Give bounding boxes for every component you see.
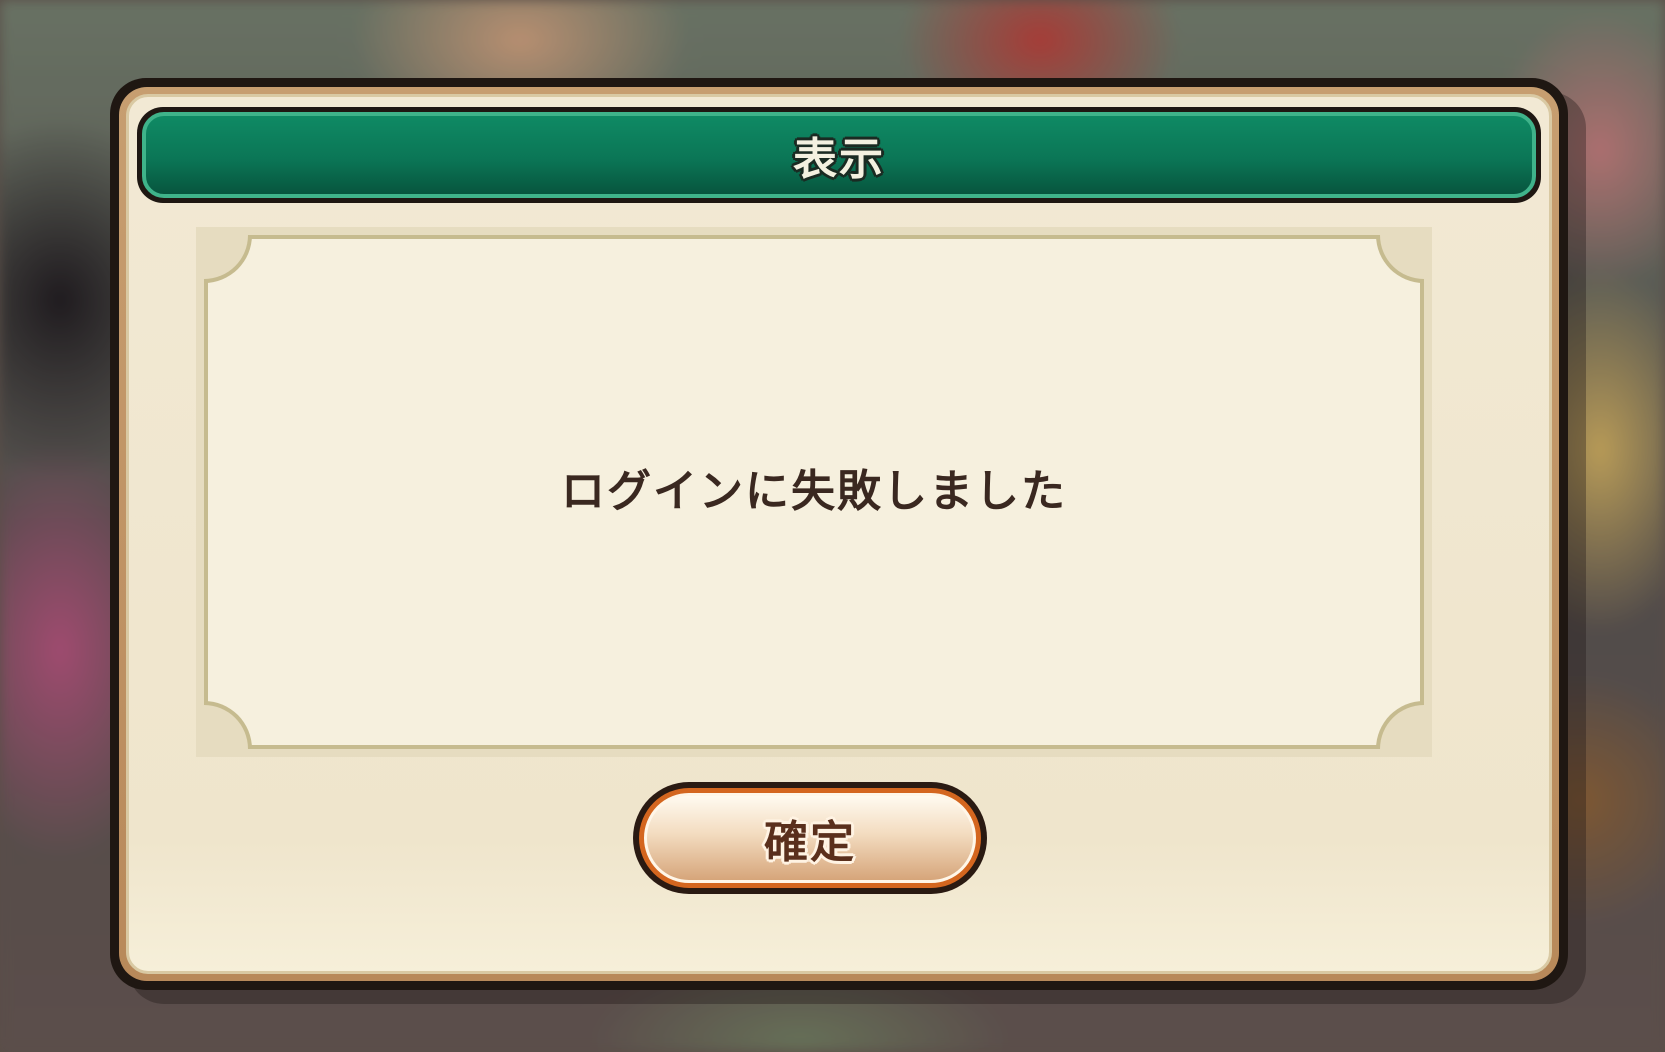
game-screen: 表示 ログインに失敗しました 確定 — [0, 0, 1665, 1052]
dialog-frame: 表示 ログインに失敗しました 確定 — [119, 87, 1559, 981]
dialog-title-bar: 表示 — [137, 107, 1541, 203]
message-panel-inner: ログインに失敗しました — [204, 235, 1424, 749]
message-panel: ログインに失敗しました — [196, 227, 1432, 757]
confirm-button-label: 確定 — [764, 817, 856, 868]
confirm-button-face[interactable]: 確定 — [644, 793, 976, 883]
panel-corner-ornament — [1376, 701, 1424, 749]
error-message: ログインに失敗しました — [561, 466, 1067, 517]
confirm-button-ring[interactable]: 確定 — [639, 788, 981, 888]
dialog-title-bar-fill: 表示 — [142, 112, 1536, 198]
panel-corner-ornament — [204, 701, 252, 749]
panel-corner-ornament — [204, 235, 252, 283]
error-dialog: 表示 ログインに失敗しました 確定 — [110, 78, 1568, 990]
panel-corner-ornament — [1376, 235, 1424, 283]
dialog-title: 表示 — [793, 134, 885, 185]
dialog-body: 表示 ログインに失敗しました 確定 — [126, 94, 1552, 974]
confirm-button[interactable]: 確定 — [633, 782, 987, 894]
